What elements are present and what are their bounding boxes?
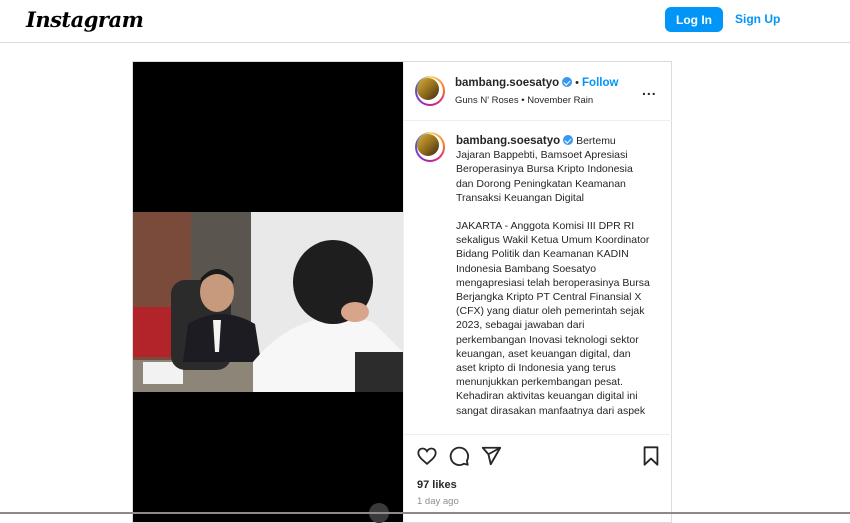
top-nav: Instagram Log In Sign Up [0, 0, 850, 43]
post-header: bambang.soesatyo • Follow Guns N' Roses • … [404, 62, 672, 121]
audio-song: November Rain [527, 95, 594, 106]
post-time[interactable]: 1 day ago [417, 496, 459, 507]
photo-scene-illustration [133, 212, 403, 392]
signup-link[interactable]: Sign Up [735, 12, 780, 26]
audio-separator: • [521, 95, 525, 106]
audio-info[interactable]: Guns N' Roses • November Rain [455, 95, 593, 106]
bookmark-icon[interactable] [640, 445, 662, 467]
caption-avatar[interactable] [415, 132, 445, 162]
username[interactable]: bambang.soesatyo [455, 77, 559, 89]
send-icon[interactable] [480, 445, 502, 467]
more-options-icon[interactable]: ... [642, 82, 657, 98]
caption-text: bambang.soesatyo Bertemu Jajaran Bappebt… [456, 134, 652, 418]
caption-body: JAKARTA - Anggota Komisi III DPR RI seka… [456, 220, 650, 417]
separator: • [575, 77, 580, 89]
heart-icon[interactable] [416, 445, 438, 467]
post-actions: 97 likes 1 day ago [404, 434, 672, 523]
header-user-line: bambang.soesatyo • Follow [455, 77, 618, 89]
verified-badge-icon [562, 77, 573, 87]
caption-area[interactable]: bambang.soesatyo Bertemu Jajaran Bappebt… [404, 120, 672, 434]
audio-artist: Guns N' Roses [455, 95, 519, 106]
likes-count[interactable]: 97 likes [417, 479, 457, 491]
post-sidebar: bambang.soesatyo • Follow Guns N' Roses • … [403, 62, 672, 522]
post-card: bambang.soesatyo • Follow Guns N' Roses • … [132, 61, 672, 523]
comment-icon[interactable] [448, 445, 470, 467]
post-photo [133, 212, 403, 392]
instagram-logo[interactable]: Instagram [26, 7, 144, 32]
post-media[interactable] [133, 62, 403, 523]
avatar[interactable] [415, 76, 445, 106]
caption-username[interactable]: bambang.soesatyo [456, 135, 560, 147]
follow-button[interactable]: Follow [582, 77, 618, 89]
login-button[interactable]: Log In [665, 7, 723, 32]
caption-verified-badge-icon [563, 135, 574, 145]
